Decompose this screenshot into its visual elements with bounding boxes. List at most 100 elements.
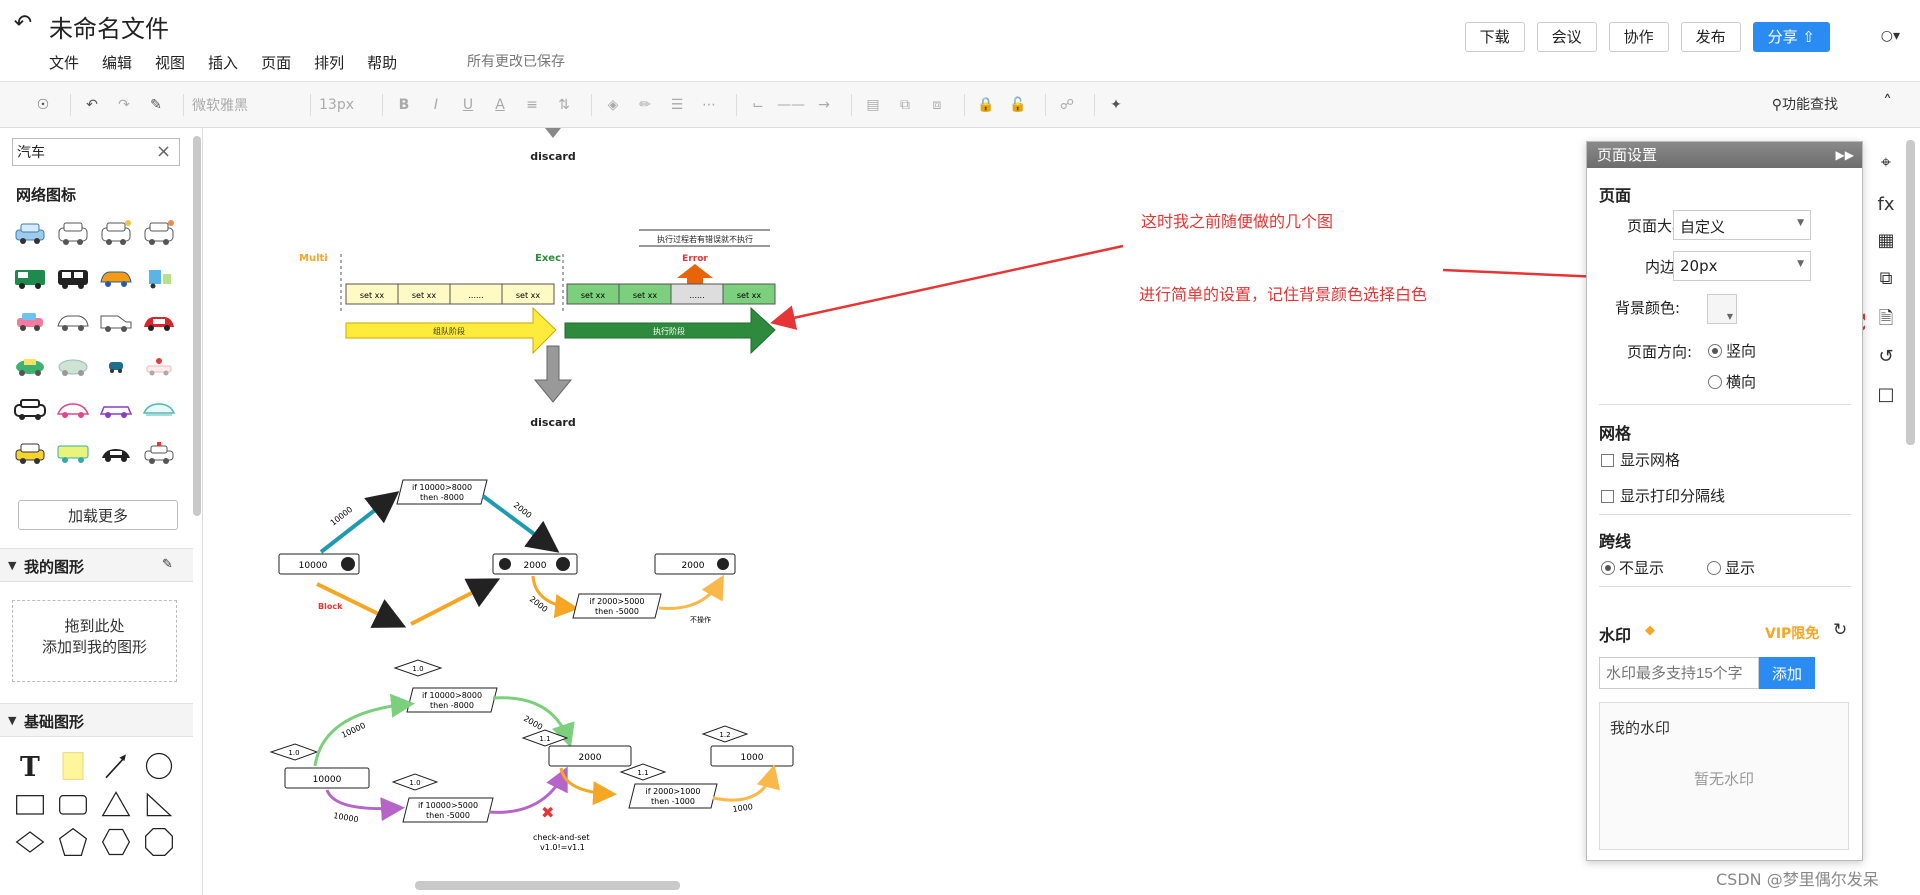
note-shape-icon[interactable] xyxy=(55,751,91,781)
add-watermark-button[interactable]: 添加 xyxy=(1759,657,1815,689)
car-icon[interactable] xyxy=(12,350,48,380)
car-icon[interactable] xyxy=(98,438,134,468)
align-shapes-icon[interactable]: ▤ xyxy=(860,92,886,118)
share-button[interactable]: 分享 ⇧ xyxy=(1752,22,1830,52)
car-icon[interactable] xyxy=(55,350,91,380)
format-painter-icon[interactable]: ☉ xyxy=(30,92,56,118)
redo-icon[interactable]: ↷ xyxy=(111,92,137,118)
meeting-button[interactable]: 会议 xyxy=(1536,22,1597,52)
bg-color-picker[interactable]: ▼ xyxy=(1707,294,1737,324)
line-color-icon[interactable]: ✏ xyxy=(632,92,658,118)
page-size-select[interactable]: 自定义 ▼ xyxy=(1673,210,1811,240)
crosshair-icon[interactable]: ⌖ xyxy=(1873,152,1899,178)
user-menu[interactable]: ○▾ xyxy=(1881,28,1900,44)
feature-search[interactable]: ⚲功能查找 xyxy=(1772,94,1838,114)
menu-help[interactable]: 帮助 xyxy=(367,52,397,73)
fill-color-icon[interactable]: ◈ xyxy=(600,92,626,118)
brush-icon[interactable]: ✎ xyxy=(143,92,169,118)
my-shapes-drop-zone[interactable]: 拖到此处 添加到我的图形 xyxy=(12,600,177,682)
horizontal-scrollbar[interactable] xyxy=(415,881,680,890)
send-back-icon[interactable]: ⧈ xyxy=(924,92,950,118)
shape-search-input[interactable] xyxy=(12,138,180,166)
lock-flow-diagram[interactable]: 10000 if 10000>8000 then -8000 10000 200… xyxy=(278,479,736,628)
car-icon[interactable] xyxy=(98,306,134,336)
car-icon[interactable] xyxy=(98,350,134,380)
font-color-icon[interactable]: A xyxy=(487,92,513,118)
car-icon[interactable] xyxy=(98,218,134,248)
pages-icon[interactable]: ⧉ xyxy=(1873,268,1899,294)
line-style-icon[interactable]: —— xyxy=(777,92,805,118)
diamond-shape-icon[interactable] xyxy=(12,827,48,857)
rounded-rectangle-shape-icon[interactable] xyxy=(55,789,91,819)
magic-wand-icon[interactable]: ✦ xyxy=(1103,92,1129,118)
arrow-shape-icon[interactable] xyxy=(98,751,134,781)
octagon-shape-icon[interactable] xyxy=(141,827,177,857)
car-icon[interactable] xyxy=(98,394,134,424)
line-spacing-icon[interactable]: ⇅ xyxy=(551,92,577,118)
menu-arrange[interactable]: 排列 xyxy=(314,52,344,73)
circle-shape-icon[interactable] xyxy=(141,751,177,781)
collapse-toolbar-icon[interactable]: ˄ xyxy=(1883,92,1892,113)
line-width-icon[interactable]: ☰ xyxy=(664,92,690,118)
menu-file[interactable]: 文件 xyxy=(49,52,79,73)
close-icon[interactable]: × xyxy=(156,141,171,162)
page-settings-icon[interactable]: 🗎 xyxy=(1873,306,1899,332)
left-panel-scrollbar[interactable] xyxy=(193,136,201,516)
font-family-select[interactable]: 微软雅黑 xyxy=(192,95,302,115)
my-shapes-section[interactable]: ▼ 我的图形 ✎ xyxy=(0,548,193,582)
publish-button[interactable]: 发布 xyxy=(1680,22,1741,52)
formula-icon[interactable]: fx xyxy=(1873,194,1899,220)
undo-icon[interactable]: ↶ xyxy=(79,92,105,118)
jump-hide-radio[interactable]: 不显示 xyxy=(1601,557,1664,578)
load-more-button[interactable]: 加载更多 xyxy=(18,500,178,530)
car-icon[interactable] xyxy=(12,218,48,248)
document-title[interactable]: 未命名文件 xyxy=(49,9,169,44)
underline-icon[interactable]: U xyxy=(455,92,481,118)
car-icon[interactable] xyxy=(12,438,48,468)
text-shape-icon[interactable]: T xyxy=(12,751,48,781)
basic-shapes-section[interactable]: ▼ 基础图形 xyxy=(0,703,193,737)
show-print-lines-checkbox[interactable]: 显示打印分隔线 xyxy=(1601,485,1725,506)
pentagon-shape-icon[interactable] xyxy=(55,827,91,857)
rectangle-shape-icon[interactable] xyxy=(12,789,48,819)
car-icon[interactable] xyxy=(12,262,48,292)
car-icon[interactable] xyxy=(141,394,177,424)
car-icon[interactable] xyxy=(12,306,48,336)
line-dash-icon[interactable]: ⋯ xyxy=(696,92,722,118)
padding-select[interactable]: 20px ▼ xyxy=(1673,251,1811,281)
download-button[interactable]: 下载 xyxy=(1464,22,1525,52)
car-icon[interactable] xyxy=(141,306,177,336)
italic-icon[interactable]: I xyxy=(423,92,449,118)
car-icon[interactable] xyxy=(98,262,134,292)
font-size-select[interactable]: 13px xyxy=(319,97,374,113)
edit-icon[interactable]: ✎ xyxy=(162,557,173,572)
triangle-shape-icon[interactable] xyxy=(98,789,134,819)
menu-view[interactable]: 视图 xyxy=(155,52,185,73)
car-icon[interactable] xyxy=(141,350,177,380)
car-icon[interactable] xyxy=(55,218,91,248)
car-icon[interactable] xyxy=(55,394,91,424)
comment-icon[interactable]: □ xyxy=(1873,384,1899,410)
portrait-radio[interactable]: 竖向 xyxy=(1708,340,1756,361)
bold-icon[interactable]: B xyxy=(391,92,417,118)
right-triangle-shape-icon[interactable] xyxy=(141,789,177,819)
car-icon[interactable] xyxy=(55,438,91,468)
refresh-icon[interactable]: ↻ xyxy=(1833,620,1847,640)
car-icon[interactable] xyxy=(141,438,177,468)
cas-diagram[interactable]: 1.0 if 10000>8000 then -8000 1.0 10000 1… xyxy=(269,659,794,852)
pipeline-diagram[interactable]: discard Multi Exec 执行过程若有错误就不执行 Error se… xyxy=(299,128,776,429)
crop-icon[interactable]: ▦ xyxy=(1873,230,1899,256)
watermark-input[interactable] xyxy=(1599,657,1759,689)
vertical-scrollbar[interactable] xyxy=(1906,140,1915,445)
collapse-panel-icon[interactable]: ▶▶ xyxy=(1836,142,1854,168)
menu-insert[interactable]: 插入 xyxy=(208,52,238,73)
menu-edit[interactable]: 编辑 xyxy=(102,52,132,73)
lock-icon[interactable]: 🔒 xyxy=(973,92,999,118)
landscape-radio[interactable]: 横向 xyxy=(1708,371,1756,392)
car-icon[interactable] xyxy=(12,394,48,424)
link-icon[interactable]: ☍ xyxy=(1054,92,1080,118)
bring-front-icon[interactable]: ⧉ xyxy=(892,92,918,118)
back-arrow-icon[interactable]: ↶ xyxy=(10,12,36,36)
collaborate-button[interactable]: 协作 xyxy=(1608,22,1669,52)
car-icon[interactable] xyxy=(141,218,177,248)
